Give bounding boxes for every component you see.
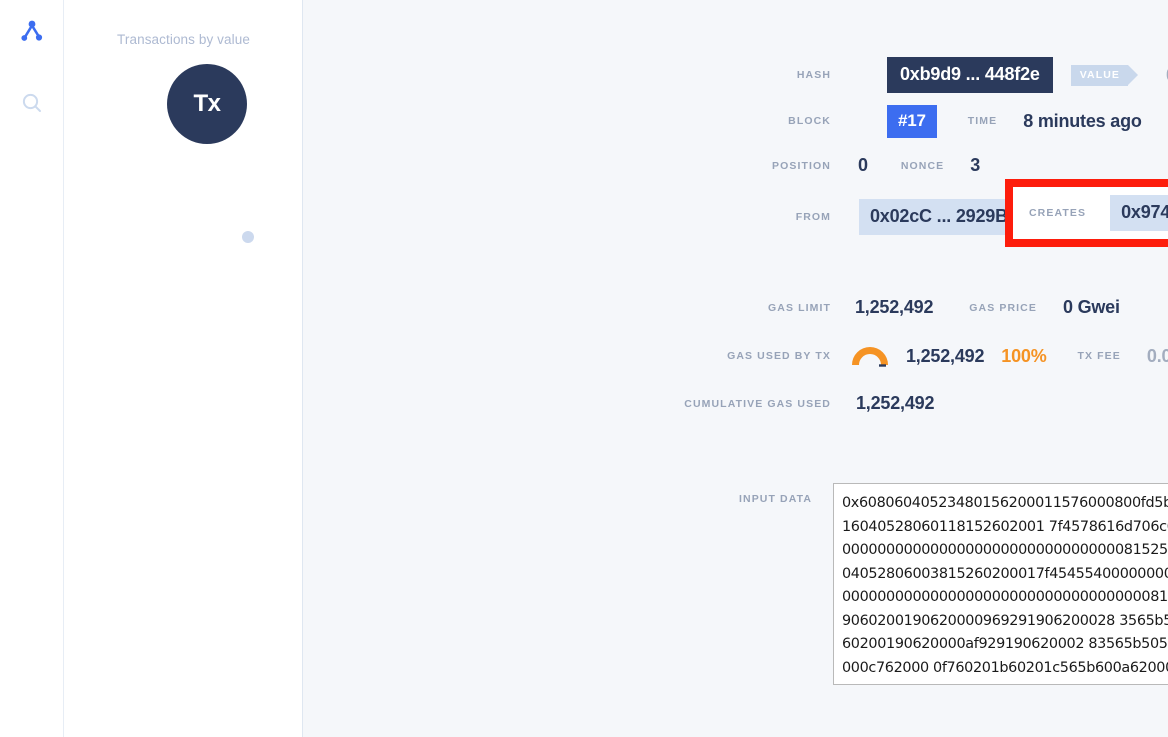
time-label: TIME [967,115,998,127]
time-value: 8 minutes ago [1023,110,1142,131]
gauge-icon [852,345,888,367]
from-address-badge[interactable]: 0x02cC ... 2929B9 [859,199,1029,235]
logo-svg [20,20,42,41]
tx-graph-secondary-node[interactable] [242,231,254,243]
transaction-detail-panel: HASH 0xb9d9 ... 448f2e VALUE 0.00 ETH BL… [303,0,1168,737]
gas-used-label: GAS USED BY TX [727,350,831,362]
block-row: BLOCK #17 TIME 8 minutes ago ··· 0 confi… [768,104,1168,138]
block-label: BLOCK [788,115,831,127]
hash-row: HASH 0xb9d9 ... 448f2e VALUE 0.00 ETH [775,57,1168,93]
gas-used-percent: 100% [1001,345,1047,366]
gas-price-label: GAS PRICE [969,301,1037,314]
creates-label: CREATES [1029,207,1087,219]
cumulative-gas-value: 1,252,492 [856,393,935,413]
gas-limit-label: GAS LIMIT [768,301,831,314]
gas-limit-row: GAS LIMIT 1,252,492 GAS PRICE 0 Gwei [749,297,1120,318]
nonce-label: NONCE [900,159,945,172]
input-data-field[interactable]: 0x60806040523480156200011576000800fd5b50… [833,483,1168,685]
search-svg [22,93,41,112]
tx-graph-node[interactable]: Tx [167,64,247,144]
cumulative-gas-row: CUMULATIVE GAS USED 1,252,492 [671,393,934,414]
app-root: Transactions by value Tx HASH 0xb9d9 ...… [0,0,1168,737]
creates-address-badge[interactable]: 0x9746 ... d6cbd6 [1110,195,1168,231]
transactions-graph-panel: Transactions by value Tx [64,0,303,737]
creates-row: CREATES 0x9746 ... d6cbd6 [1013,195,1168,231]
hash-label: HASH [796,69,831,81]
gas-used-value: 1,252,492 [906,345,985,366]
gas-limit-value: 1,252,492 [855,297,934,317]
tx-fee-value: 0.00 ETH [1146,345,1168,366]
gas-used-row: GAS USED BY TX 1,252,492 100% TX FEE 0.0… [715,345,1168,367]
nonce-value: 3 [970,155,981,175]
input-data-label: INPUT DATA [739,493,813,505]
block-number-badge[interactable]: #17 [887,104,937,138]
graph-panel-title: Transactions by value [117,32,250,47]
position-nonce-row: POSITION 0 NONCE 3 [754,155,980,176]
gas-price-value: 0 Gwei [1062,297,1120,317]
hash-value-badge[interactable]: 0xb9d9 ... 448f2e [887,57,1053,93]
network-graph-logo-icon[interactable] [15,14,49,48]
tx-fee-label: TX FEE [1077,350,1121,362]
cumulative-gas-label: CUMULATIVE GAS USED [684,397,831,410]
input-data-text[interactable]: 0x60806040523480156200011576000800fd5b50… [834,484,1168,684]
input-data-label-wrap: INPUT DATA [739,493,812,505]
position-label: POSITION [772,159,831,172]
creates-highlight-box: CREATES 0x9746 ... d6cbd6 [1005,179,1168,247]
from-label: FROM [795,211,831,223]
search-icon[interactable] [15,86,49,120]
position-value: 0 [858,155,868,175]
icon-rail [0,0,64,737]
value-tag: VALUE [1070,64,1139,86]
from-row: FROM 0x02cC ... 2929B9 [773,199,1029,235]
gauge-svg [852,347,888,367]
